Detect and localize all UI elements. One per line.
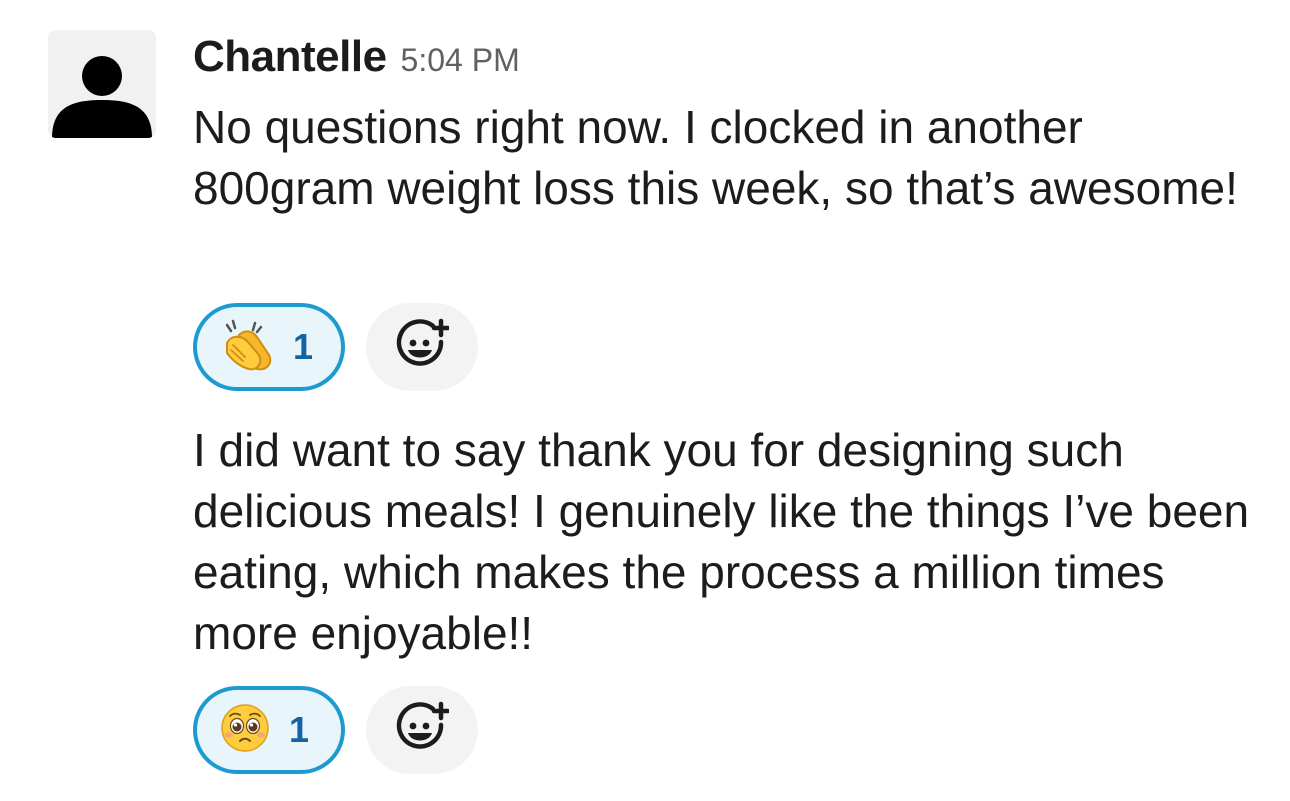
message-text: I did want to say thank you for designin… (193, 424, 1250, 659)
sender-name[interactable]: Chantelle (193, 32, 387, 82)
pleading-face-emoji-icon (219, 702, 271, 759)
add-reaction-icon (395, 318, 451, 377)
add-reaction-icon (395, 701, 451, 760)
clapping-hands-emoji-icon (219, 317, 275, 378)
message-text: No questions right now. I clocked in ano… (193, 101, 1238, 214)
add-reaction-button[interactable] (366, 303, 478, 391)
reaction-clapping-hands[interactable]: 1 (193, 303, 345, 391)
reaction-count: 1 (293, 326, 314, 367)
reaction-bar: 1 (193, 686, 478, 774)
add-reaction-button[interactable] (366, 686, 478, 774)
message-header: Chantelle 5:04 PM (193, 32, 520, 88)
avatar[interactable] (48, 30, 156, 138)
reaction-bar: 1 (193, 303, 478, 391)
reaction-pleading-face[interactable]: 1 (193, 686, 345, 774)
default-user-avatar-icon (52, 56, 152, 138)
message-timestamp[interactable]: 5:04 PM (401, 42, 520, 79)
reaction-count: 1 (289, 709, 310, 750)
